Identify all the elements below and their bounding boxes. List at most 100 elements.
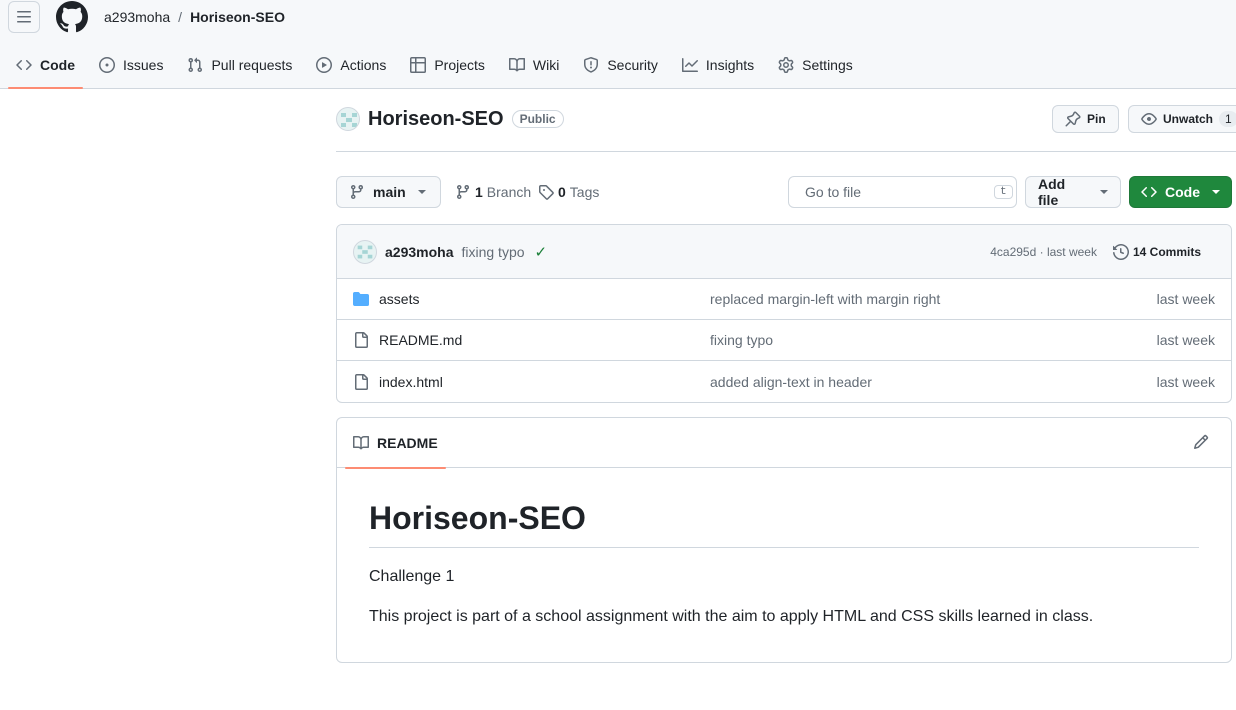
readme-content: Horiseon-SEO Challenge 1 This project is… <box>337 468 1231 660</box>
file-commit-message[interactable]: added align-text in header <box>710 374 872 390</box>
file-date: last week <box>1156 332 1215 348</box>
tab-wiki-label: Wiki <box>532 57 560 73</box>
table-row[interactable]: README.md fixing typo last week <box>337 320 1231 361</box>
tab-code[interactable]: Code <box>8 49 83 89</box>
graph-icon <box>681 58 698 72</box>
table-icon <box>410 57 427 73</box>
file-commit-message[interactable]: replaced margin-left with margin right <box>710 291 940 307</box>
tab-projects-label: Projects <box>434 57 485 73</box>
repo-title-bar: Horiseon-SEO Public <box>336 107 564 131</box>
go-to-file-search[interactable]: t <box>788 176 1017 208</box>
commits-count-label: 14 Commits <box>1132 245 1201 259</box>
identicon-icon <box>341 113 357 127</box>
code-icon <box>16 59 32 71</box>
repo-nav-tabs: Code Issues Pull requests Actions Projec… <box>8 49 869 89</box>
code-button-label: Code <box>1165 184 1200 200</box>
file-date: last week <box>1156 373 1215 390</box>
git-branch-icon <box>350 185 363 200</box>
file-name[interactable]: index.html <box>379 374 709 390</box>
history-icon <box>1112 244 1129 260</box>
file-icon <box>355 373 368 390</box>
avatar[interactable] <box>353 239 377 264</box>
chevron-down-icon <box>1100 190 1108 194</box>
file-icon <box>355 332 368 348</box>
tab-security-label: Security <box>607 57 658 73</box>
tab-settings-label: Settings <box>802 57 853 73</box>
table-row[interactable]: index.html added align-text in header la… <box>337 361 1231 402</box>
tab-settings[interactable]: Settings <box>770 49 861 81</box>
commit-hash-time[interactable]: 4ca295d · last week <box>990 245 1097 259</box>
breadcrumb: a293moha / Horiseon-SEO <box>104 9 285 25</box>
file-commit-message[interactable]: fixing typo <box>710 332 773 348</box>
unwatch-button[interactable]: Unwatch 1 <box>1128 105 1236 133</box>
readme-tab-label: README <box>377 435 438 451</box>
breadcrumb-owner[interactable]: a293moha <box>104 9 170 25</box>
branch-select-button[interactable]: main <box>336 176 441 208</box>
check-icon[interactable]: ✓ <box>535 243 548 261</box>
latest-commit-bar: a293moha fixing typo ✓ 4ca295d · last we… <box>337 225 1231 279</box>
book-icon <box>353 435 369 450</box>
tags-count: 0 <box>558 184 566 200</box>
tab-pull-requests[interactable]: Pull requests <box>179 49 300 81</box>
identicon-icon <box>357 245 373 258</box>
readme-paragraph: This project is part of a school assignm… <box>369 608 1094 625</box>
tab-issues[interactable]: Issues <box>91 49 171 81</box>
unwatch-label: Unwatch <box>1163 112 1214 126</box>
breadcrumb-repo[interactable]: Horiseon-SEO <box>190 9 285 25</box>
visibility-badge: Public <box>511 110 564 128</box>
tab-wiki[interactable]: Wiki <box>501 49 567 81</box>
repo-header: a293moha / Horiseon-SEO Code Issues Pull… <box>0 0 1236 89</box>
add-file-button[interactable]: Add file <box>1025 176 1121 208</box>
readme-heading: Horiseon-SEO <box>369 500 1199 548</box>
commits-link[interactable]: 14 Commits <box>1112 244 1201 260</box>
edit-readme-button[interactable] <box>1193 434 1209 450</box>
divider <box>336 151 1236 152</box>
repo-name[interactable]: Horiseon-SEO <box>368 108 504 131</box>
commit-author[interactable]: a293moha <box>385 244 453 260</box>
breadcrumb-separator: / <box>178 9 183 25</box>
pin-icon <box>1065 111 1081 127</box>
hamburger-icon <box>17 11 31 23</box>
file-date: last week <box>1156 291 1215 307</box>
tab-actions-label: Actions <box>340 57 387 73</box>
tab-insights[interactable]: Insights <box>674 49 762 81</box>
pin-button[interactable]: Pin <box>1052 105 1119 133</box>
tab-issues-label: Issues <box>123 57 164 73</box>
tab-readme[interactable]: README <box>345 418 446 469</box>
code-dropdown-button[interactable]: Code <box>1129 176 1232 208</box>
branches-link[interactable]: 1 Branch <box>455 184 531 200</box>
tab-code-label: Code <box>40 57 75 73</box>
readme-header: README <box>337 418 1231 469</box>
search-input[interactable] <box>805 184 986 200</box>
tab-insights-label: Insights <box>705 57 755 73</box>
commit-message[interactable]: fixing typo <box>461 244 524 260</box>
chevron-down-icon <box>417 190 426 194</box>
pencil-icon <box>1193 434 1209 450</box>
table-row[interactable]: assets replaced margin-left with margin … <box>337 279 1231 320</box>
file-table: a293moha fixing typo ✓ 4ca295d · last we… <box>336 224 1232 403</box>
tab-actions[interactable]: Actions <box>308 49 394 81</box>
tab-security[interactable]: Security <box>575 49 666 81</box>
tab-projects[interactable]: Projects <box>402 49 493 81</box>
eye-icon <box>1141 113 1157 125</box>
tags-link[interactable]: 0 Tags <box>538 184 599 200</box>
pull-request-icon <box>188 57 203 73</box>
pin-label: Pin <box>1087 112 1106 126</box>
shield-icon <box>584 57 599 73</box>
github-logo-icon[interactable] <box>56 1 88 33</box>
branch-name: main <box>373 184 406 200</box>
file-name[interactable]: assets <box>379 291 709 307</box>
code-icon <box>1141 186 1157 198</box>
watch-count: 1 <box>1219 111 1236 127</box>
branches-label: Branch <box>486 184 532 200</box>
folder-icon <box>353 292 369 306</box>
tag-icon <box>539 185 554 200</box>
issue-icon <box>99 57 115 73</box>
book-icon <box>508 57 525 72</box>
file-name[interactable]: README.md <box>379 332 709 348</box>
repo-owner-avatar[interactable] <box>336 107 360 131</box>
commit-meta: 4ca295d · last week 14 Commits <box>990 225 1201 279</box>
tab-pull-requests-label: Pull requests <box>211 57 293 73</box>
menu-button[interactable] <box>8 1 40 33</box>
add-file-label: Add file <box>1038 176 1066 208</box>
